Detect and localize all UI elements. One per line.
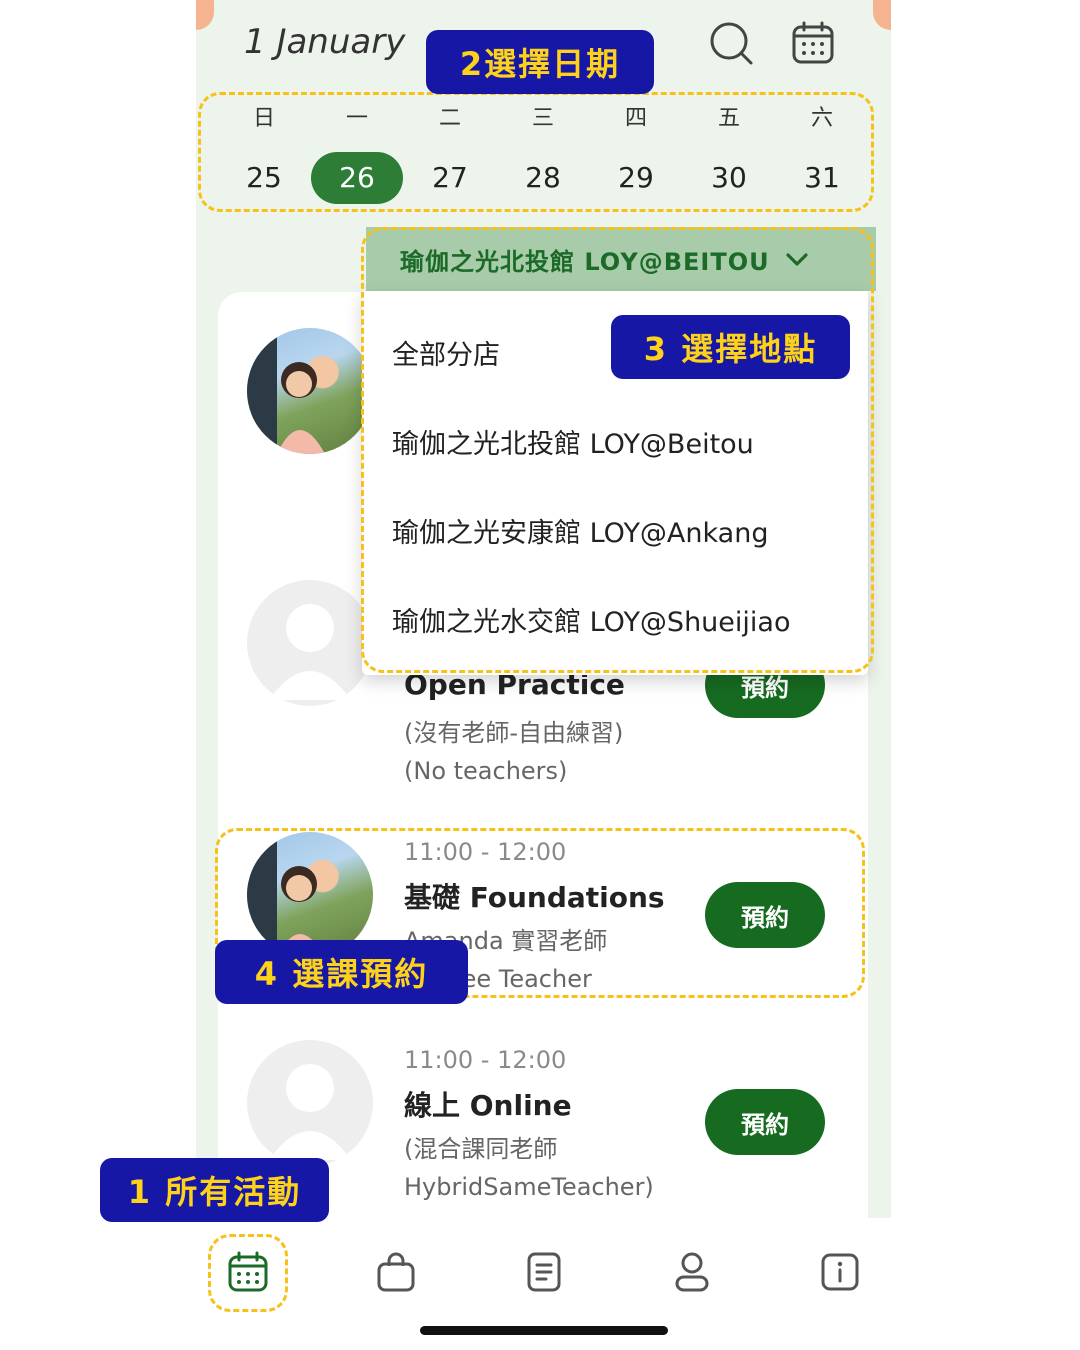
location-dropdown[interactable]: 瑜伽之光北投館 LOY@BEITOU <box>366 227 876 291</box>
day-column[interactable]: 五 30 <box>683 100 775 204</box>
day-column[interactable]: 六 31 <box>776 100 868 204</box>
annotation-badge-step1: 1 所有活動 <box>100 1158 329 1222</box>
day-column[interactable]: 三 28 <box>497 100 589 204</box>
class-teacher-note: (No teachers) <box>404 757 568 785</box>
class-time: 11:00 - 12:00 <box>404 1046 567 1074</box>
book-button[interactable]: 預約 <box>705 882 825 948</box>
weekday-label: 四 <box>624 106 647 131</box>
user-icon[interactable] <box>670 1250 714 1294</box>
chevron-down-icon <box>786 253 808 266</box>
date-title: 1 January <box>244 22 406 62</box>
info-icon[interactable] <box>818 1250 862 1294</box>
day-number[interactable]: 28 <box>497 152 589 204</box>
class-teacher-note: HybridSameTeacher) <box>404 1173 654 1201</box>
day-number[interactable]: 29 <box>590 152 682 204</box>
annotation-badge-step2: 2選擇日期 <box>426 30 654 94</box>
placeholder-avatar <box>247 1040 373 1166</box>
day-column[interactable]: 日 25 <box>218 100 310 204</box>
weekday-label: 一 <box>345 106 368 131</box>
week-strip: 日 25 一 26 二 27 三 28 四 29 五 30 六 31 <box>218 100 868 204</box>
placeholder-avatar <box>247 580 373 706</box>
class-time: 11:00 - 12:00 <box>404 838 567 866</box>
annotation-badge-step4: 4 選課預約 <box>215 940 468 1004</box>
weekday-label: 二 <box>438 106 461 131</box>
location-option-all[interactable]: 全部分店 <box>392 333 500 372</box>
search-icon[interactable] <box>708 20 754 66</box>
weekday-label: 三 <box>531 106 554 131</box>
weekday-label: 六 <box>810 106 833 131</box>
location-option-ankang[interactable]: 瑜伽之光安康館 LOY@Ankang <box>392 511 768 550</box>
day-number[interactable]: 25 <box>218 152 310 204</box>
class-teacher: (沒有老師-自由練習) <box>404 719 624 747</box>
day-column[interactable]: 二 27 <box>404 100 496 204</box>
class-title: 線上 Online <box>404 1089 572 1122</box>
document-icon[interactable] <box>522 1250 566 1294</box>
location-option-beitou[interactable]: 瑜伽之光北投館 LOY@Beitou <box>392 422 754 461</box>
calendar-icon[interactable] <box>226 1250 270 1294</box>
class-teacher: (混合課同老師 <box>404 1135 558 1163</box>
home-indicator <box>420 1326 668 1335</box>
day-column[interactable]: 一 26 <box>311 100 403 204</box>
day-number-selected[interactable]: 26 <box>311 152 403 204</box>
shopping-bag-icon[interactable] <box>374 1250 418 1294</box>
location-selected: 瑜伽之光北投館 LOY@BEITOU <box>400 247 770 276</box>
calendar-icon[interactable] <box>790 20 836 66</box>
day-number[interactable]: 27 <box>404 152 496 204</box>
teacher-avatar <box>247 328 373 454</box>
location-option-shueijiao[interactable]: 瑜伽之光水交館 LOY@Shueijiao <box>392 600 790 639</box>
annotation-badge-step3: 3 選擇地點 <box>611 315 850 379</box>
book-button[interactable]: 預約 <box>705 1089 825 1155</box>
day-number[interactable]: 30 <box>683 152 775 204</box>
class-title: 基礎 Foundations <box>404 881 665 914</box>
day-column[interactable]: 四 29 <box>590 100 682 204</box>
weekday-label: 五 <box>717 106 740 131</box>
day-number[interactable]: 31 <box>776 152 868 204</box>
weekday-label: 日 <box>252 106 275 131</box>
